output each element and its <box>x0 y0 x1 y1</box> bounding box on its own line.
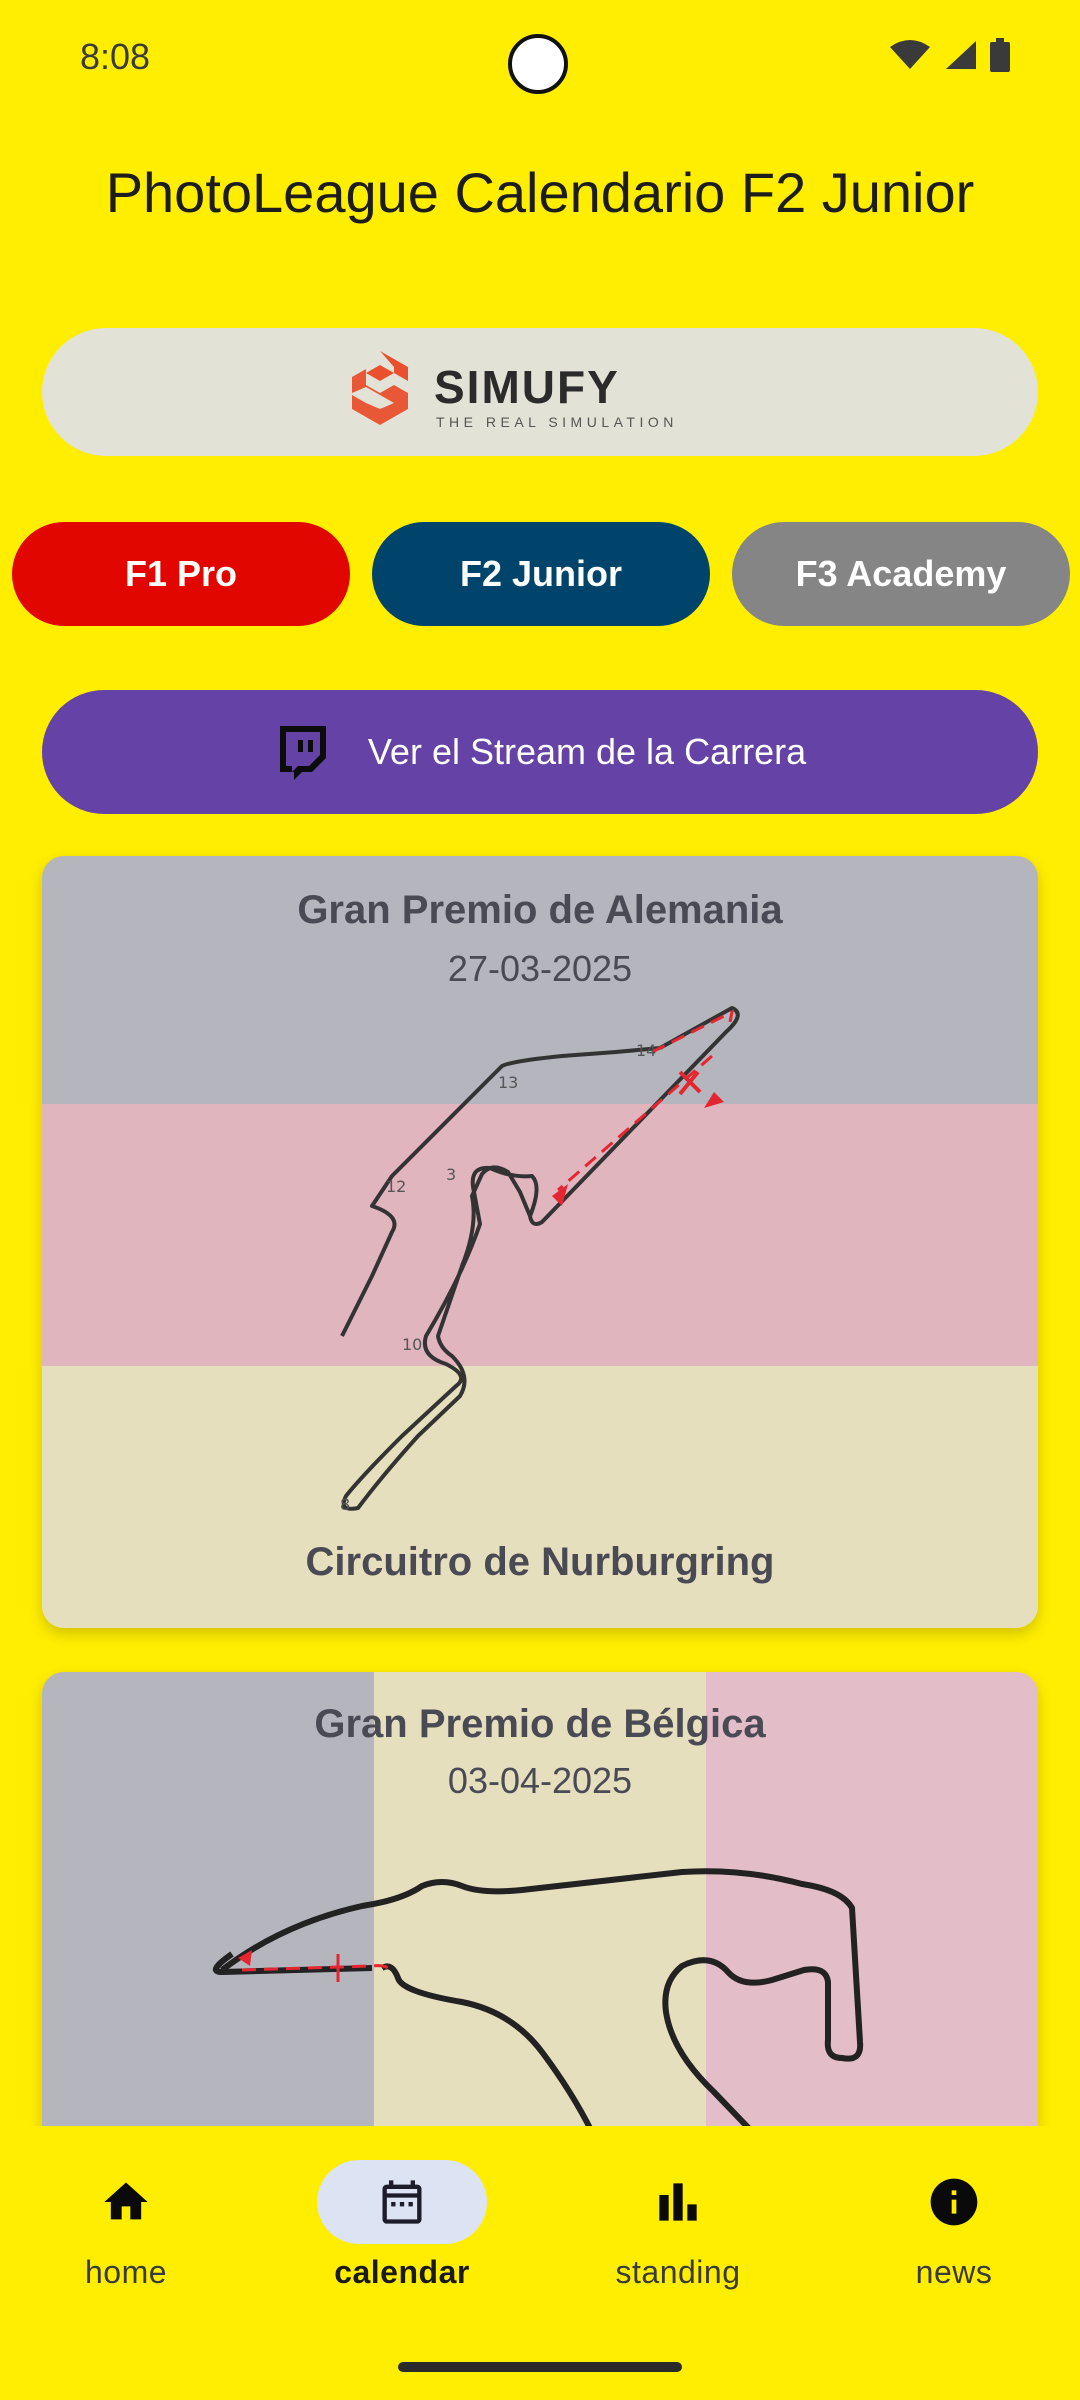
nav-calendar-indicator <box>317 2160 487 2244</box>
nav-news-indicator <box>869 2160 1039 2244</box>
nav-news-label: news <box>915 2254 993 2290</box>
twitch-icon <box>279 726 326 780</box>
turn-label: 13 <box>498 1073 518 1092</box>
nav-news[interactable]: news <box>844 2160 1064 2291</box>
sponsor-banner[interactable]: SIMUFY THE REAL SIMULATION <box>42 328 1038 456</box>
nav-home-indicator <box>41 2160 211 2244</box>
nav-standing-label: standing <box>615 2254 741 2290</box>
camera-cutout <box>508 34 568 94</box>
category-f1-pro-button[interactable]: F1 Pro <box>12 522 350 626</box>
nav-home[interactable]: home <box>16 2160 236 2291</box>
calendar-icon <box>382 2180 422 2224</box>
nav-standing-indicator <box>593 2160 763 2244</box>
turn-label: 10 <box>402 1335 422 1354</box>
race-card-germany[interactable]: Gran Premio de Alemania 27-03-2025 14 13… <box>42 856 1038 1628</box>
category-f2-junior-button[interactable]: F2 Junior <box>372 522 710 626</box>
signal-icon <box>946 41 976 69</box>
nav-calendar[interactable]: calendar <box>292 2160 512 2291</box>
turn-label: 3 <box>446 1165 456 1184</box>
home-icon <box>104 2182 148 2220</box>
page-title: PhotoLeague Calendario F2 Junior <box>105 161 975 224</box>
watch-stream-label: Ver el Stream de la Carrera <box>367 731 807 772</box>
nav-standing[interactable]: standing <box>568 2160 788 2291</box>
battery-icon <box>990 38 1010 72</box>
turn-label: 12 <box>386 1177 406 1196</box>
watch-stream-button[interactable]: Ver el Stream de la Carrera <box>42 690 1038 814</box>
nav-calendar-label: calendar <box>334 2254 470 2290</box>
circuit-name: Circuitro de Nurburgring <box>305 1540 775 1584</box>
category-f3-academy-button[interactable]: F3 Academy <box>732 522 1070 626</box>
wifi-icon <box>890 40 930 69</box>
simufy-tagline: THE REAL SIMULATION <box>436 414 678 430</box>
turn-label: 14 <box>636 1041 656 1060</box>
nurburgring-track-map: 14 13 12 3 10 8 <box>340 1006 740 1514</box>
simufy-logo: SIMUFY THE REAL SIMULATION <box>352 351 678 430</box>
info-icon <box>930 2178 978 2226</box>
turn-label: 8 <box>340 1495 350 1514</box>
status-icons <box>890 38 1010 72</box>
simufy-wordmark: SIMUFY <box>434 361 620 413</box>
status-time: 8:08 <box>80 36 151 77</box>
nav-home-label: home <box>84 2254 168 2290</box>
bar-chart-icon <box>659 2183 697 2221</box>
gesture-home-bar[interactable] <box>398 2362 682 2372</box>
bottom-navigation: home calendar standing news <box>0 2126 1080 2400</box>
